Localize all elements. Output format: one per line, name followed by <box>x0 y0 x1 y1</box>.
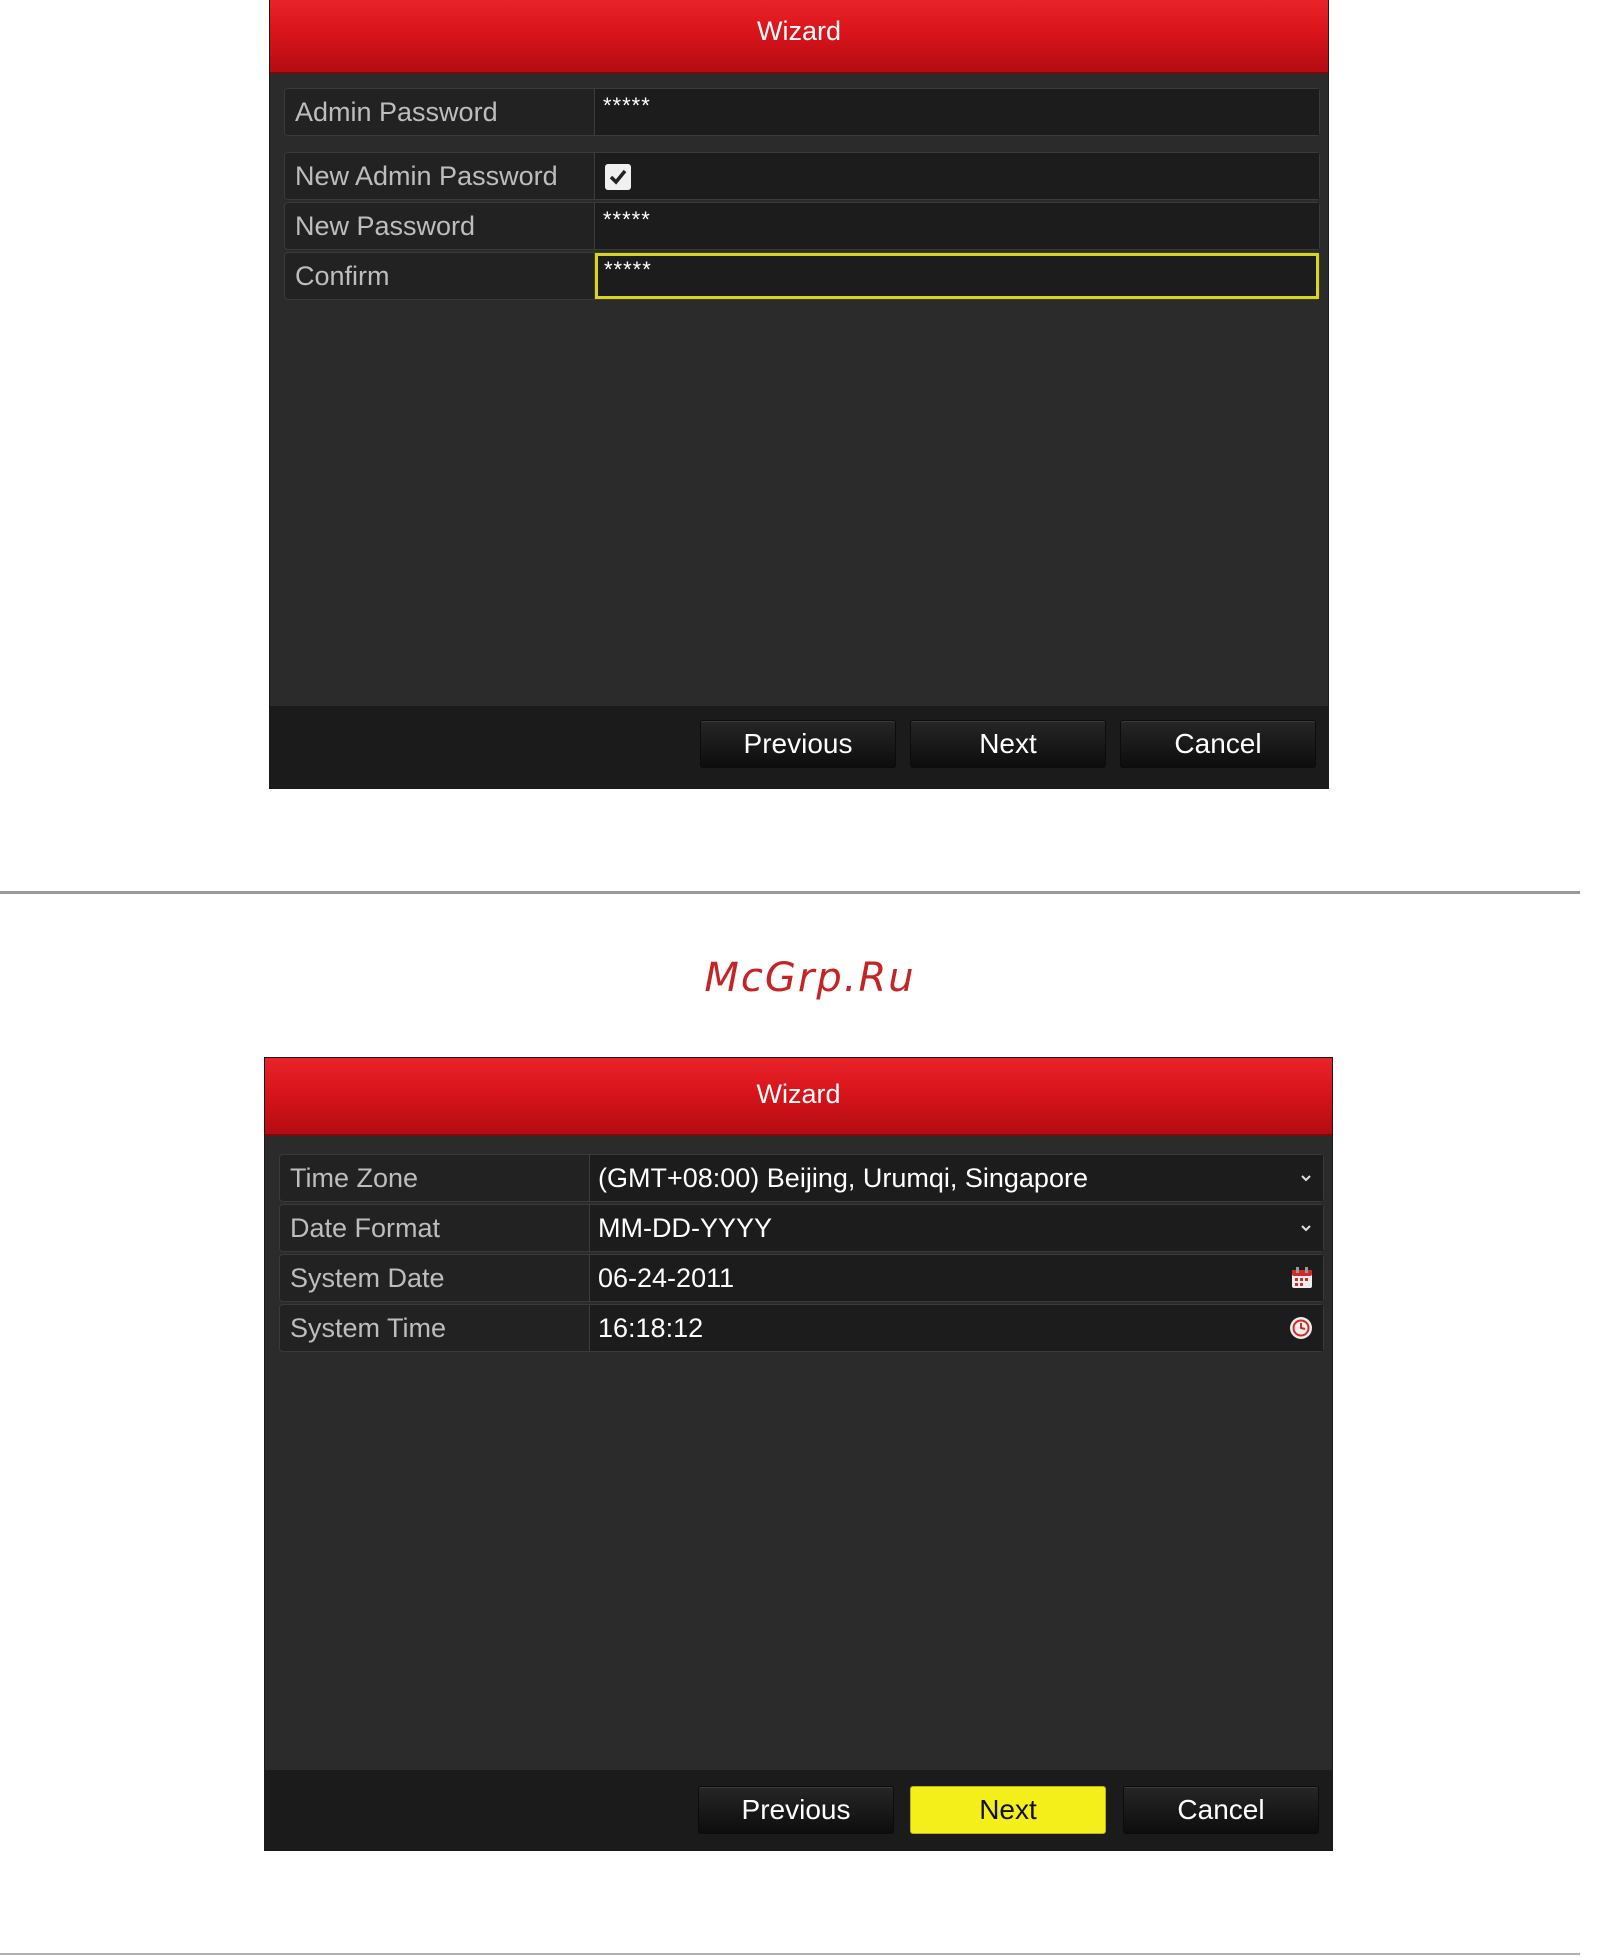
checkmark-icon <box>609 169 627 185</box>
admin-password-value: ***** <box>603 93 651 118</box>
page: Wizard Admin Password ***** New Admin Pa… <box>0 0 1607 1957</box>
dialog-title: Wizard <box>265 1058 1332 1136</box>
previous-button[interactable]: Previous <box>698 1786 894 1834</box>
previous-button[interactable]: Previous <box>700 720 896 768</box>
new-password-label: New Password <box>285 203 595 249</box>
time-zone-row: Time Zone (GMT+08:00) Beijing, Urumqi, S… <box>279 1154 1324 1202</box>
confirm-label: Confirm <box>285 253 595 299</box>
system-time-label: System Time <box>280 1305 590 1351</box>
datetime-group: Time Zone (GMT+08:00) Beijing, Urumqi, S… <box>279 1154 1324 1354</box>
time-zone-label: Time Zone <box>280 1155 590 1201</box>
system-time-input[interactable]: 16:18:12 <box>590 1305 1323 1351</box>
admin-password-group: Admin Password ***** <box>284 88 1320 138</box>
divider <box>0 891 1580 894</box>
dialog-footer: Previous Next Cancel <box>270 706 1328 788</box>
new-password-input[interactable]: ***** <box>595 203 1319 249</box>
chevron-down-icon[interactable] <box>1299 1173 1313 1183</box>
new-password-value: ***** <box>603 207 651 232</box>
confirm-input[interactable]: ***** <box>595 253 1319 299</box>
divider <box>0 1953 1580 1955</box>
chevron-down-icon[interactable] <box>1299 1223 1313 1233</box>
date-format-row: Date Format MM-DD-YYYY <box>279 1204 1324 1252</box>
dialog-title: Wizard <box>270 0 1328 74</box>
clock-icon[interactable] <box>1289 1316 1313 1340</box>
wizard-dialog-password: Wizard Admin Password ***** New Admin Pa… <box>270 0 1328 788</box>
admin-password-input[interactable]: ***** <box>595 89 1319 135</box>
new-admin-password-label: New Admin Password <box>285 153 595 199</box>
new-admin-password-checkbox[interactable] <box>605 164 631 190</box>
next-button[interactable]: Next <box>910 1786 1106 1834</box>
date-format-label: Date Format <box>280 1205 590 1251</box>
system-date-value: 06-24-2011 <box>598 1263 735 1293</box>
new-password-row: New Password ***** <box>284 202 1320 250</box>
time-zone-select[interactable]: (GMT+08:00) Beijing, Urumqi, Singapore <box>590 1155 1323 1201</box>
system-date-label: System Date <box>280 1255 590 1301</box>
calendar-icon[interactable] <box>1291 1267 1313 1289</box>
new-admin-password-row: New Admin Password <box>284 152 1320 200</box>
watermark-text: McGrp.Ru <box>704 955 916 1001</box>
confirm-row: Confirm ***** <box>284 252 1320 300</box>
new-password-group: New Admin Password New Password ***** Co… <box>284 152 1320 302</box>
time-zone-value: (GMT+08:00) Beijing, Urumqi, Singapore <box>598 1163 1088 1193</box>
next-button[interactable]: Next <box>910 720 1106 768</box>
system-date-input[interactable]: 06-24-2011 <box>590 1255 1323 1301</box>
system-time-value: 16:18:12 <box>598 1313 704 1343</box>
dialog-footer: Previous Next Cancel <box>265 1770 1332 1850</box>
wizard-dialog-datetime: Wizard Time Zone (GMT+08:00) Beijing, Ur… <box>265 1058 1332 1850</box>
system-time-row: System Time 16:18:12 <box>279 1304 1324 1352</box>
date-format-select[interactable]: MM-DD-YYYY <box>590 1205 1323 1251</box>
admin-password-label: Admin Password <box>285 89 595 135</box>
new-admin-password-cell <box>595 153 1319 199</box>
system-date-row: System Date 06-24-2011 <box>279 1254 1324 1302</box>
admin-password-row: Admin Password ***** <box>284 88 1320 136</box>
date-format-value: MM-DD-YYYY <box>598 1213 772 1243</box>
confirm-value: ***** <box>604 257 652 282</box>
cancel-button[interactable]: Cancel <box>1123 1786 1319 1834</box>
cancel-button[interactable]: Cancel <box>1120 720 1316 768</box>
